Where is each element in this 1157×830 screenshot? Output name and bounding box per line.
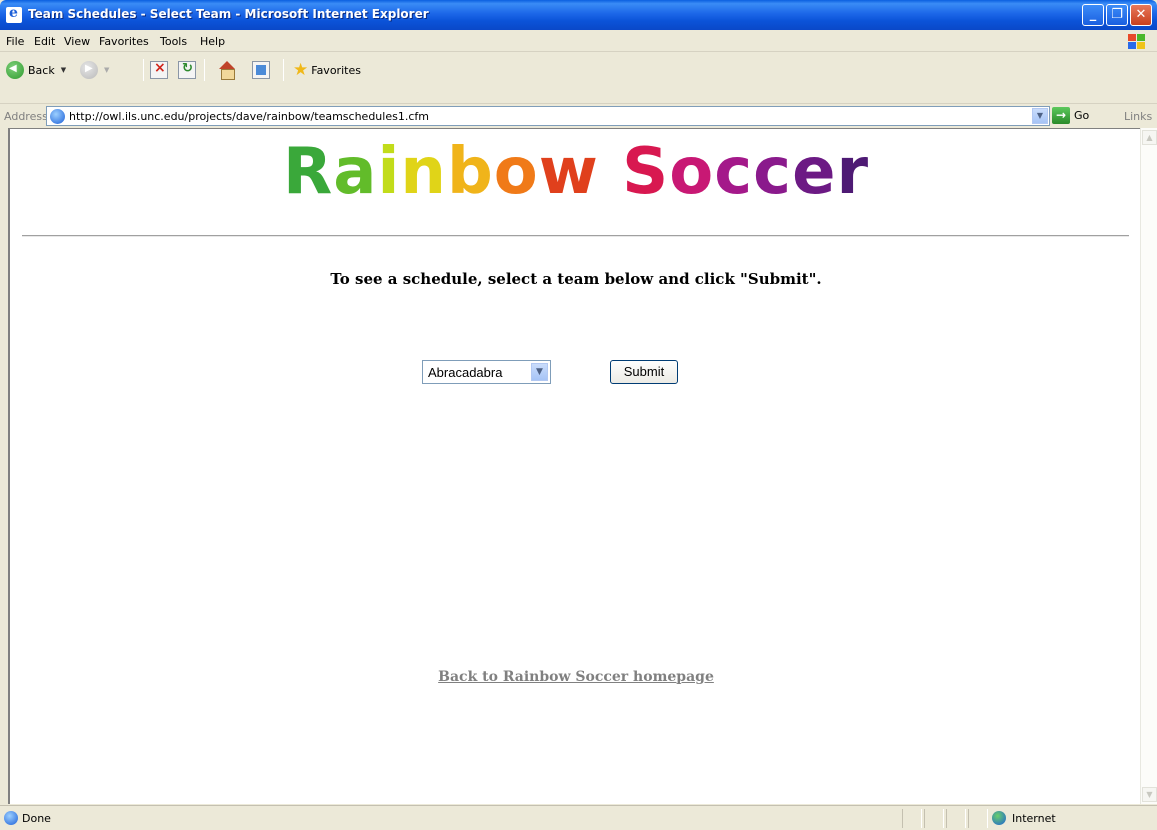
team-select-value: Abracadabra xyxy=(428,365,503,380)
menu-favorites[interactable]: Favorites xyxy=(99,35,149,48)
menu-edit[interactable]: Edit xyxy=(34,35,55,48)
logo-letter xyxy=(599,135,622,209)
stop-icon xyxy=(150,60,168,79)
status-pane xyxy=(968,809,988,828)
forward-arrow-icon xyxy=(80,61,98,79)
go-arrow-icon: → xyxy=(1052,107,1070,124)
back-dropdown-icon[interactable]: ▼ xyxy=(61,66,66,74)
back-button[interactable]: Back ▼ xyxy=(6,59,66,81)
refresh-icon xyxy=(178,61,196,79)
menu-file[interactable]: File xyxy=(6,35,24,48)
refresh-button[interactable] xyxy=(178,59,196,81)
logo-letter: c xyxy=(753,135,793,209)
go-button[interactable]: → Go xyxy=(1052,107,1089,124)
logo-letter: o xyxy=(669,135,715,209)
home-button[interactable] xyxy=(218,59,236,81)
menu-bar: File Edit View Favorites Tools Help xyxy=(0,30,1157,52)
minimize-button[interactable]: _ xyxy=(1082,4,1104,26)
close-button[interactable]: ✕ xyxy=(1130,4,1152,26)
toolbar-separator xyxy=(283,59,284,81)
instruction-text: To see a schedule, select a team below a… xyxy=(330,270,822,288)
toolbar-separator xyxy=(143,59,144,81)
forward-dropdown-icon[interactable]: ▼ xyxy=(104,66,109,74)
chevron-down-icon[interactable]: ▼ xyxy=(531,363,548,381)
logo-letter: b xyxy=(446,135,494,209)
team-select[interactable]: Abracadabra ▼ xyxy=(422,360,551,384)
page-status-icon xyxy=(4,811,18,825)
internet-zone-icon xyxy=(992,811,1006,825)
status-pane xyxy=(924,809,944,828)
browser-window: Team Schedules - Select Team - Microsoft… xyxy=(0,0,1157,830)
logo-letter: c xyxy=(714,135,754,209)
status-bar: Done Internet xyxy=(0,805,1157,830)
page-viewport: Rainbow Soccer To see a schedule, select… xyxy=(8,128,1140,804)
ie-app-icon xyxy=(6,5,22,23)
media-button[interactable] xyxy=(252,59,270,81)
menu-help[interactable]: Help xyxy=(200,35,225,48)
links-toolbar[interactable]: Links xyxy=(1124,110,1152,123)
menu-tools[interactable]: Tools xyxy=(160,35,187,48)
window-title: Team Schedules - Select Team - Microsoft… xyxy=(28,7,429,21)
status-text: Done xyxy=(22,812,51,825)
favorites-label: Favorites xyxy=(311,63,361,77)
stop-button[interactable] xyxy=(150,59,168,81)
rainbow-soccer-logo: Rainbow Soccer xyxy=(10,135,1140,209)
back-to-homepage-link[interactable]: Back to Rainbow Soccer homepage xyxy=(10,669,1140,685)
scroll-up-icon[interactable]: ▲ xyxy=(1142,130,1157,145)
logo-letter: n xyxy=(400,135,447,209)
address-url[interactable]: http://owl.ils.unc.edu/projects/dave/rai… xyxy=(69,110,429,123)
address-bar: Address http://owl.ils.unc.edu/projects/… xyxy=(0,103,1157,127)
scroll-down-icon[interactable]: ▼ xyxy=(1142,787,1157,802)
submit-button[interactable]: Submit xyxy=(610,360,678,384)
page-icon xyxy=(50,109,65,124)
security-zone-label: Internet xyxy=(1012,812,1056,825)
maximize-button[interactable]: ❐ xyxy=(1106,4,1128,26)
logo-letter: S xyxy=(622,135,670,209)
home-icon xyxy=(218,61,236,80)
title-bar: Team Schedules - Select Team - Microsoft… xyxy=(0,0,1157,30)
forward-button[interactable]: ▼ xyxy=(80,59,109,81)
logo-letter: o xyxy=(493,135,539,209)
logo-letter: i xyxy=(377,135,401,209)
logo-letter: R xyxy=(282,135,334,209)
go-label: Go xyxy=(1074,109,1090,122)
address-input[interactable]: http://owl.ils.unc.edu/projects/dave/rai… xyxy=(46,106,1050,126)
favorites-button[interactable]: ★ Favorites xyxy=(293,59,361,81)
favorites-star-icon: ★ xyxy=(293,60,309,80)
logo-letter: w xyxy=(538,135,599,209)
standard-toolbar: Back ▼ ▼ ★ Favorites xyxy=(0,53,1157,103)
status-pane xyxy=(902,809,922,828)
address-dropdown-icon[interactable]: ▼ xyxy=(1032,108,1048,124)
horizontal-rule xyxy=(22,235,1129,237)
media-icon xyxy=(252,61,270,79)
logo-letter: r xyxy=(836,135,870,209)
menu-view[interactable]: View xyxy=(64,35,90,48)
logo-letter: e xyxy=(792,135,837,209)
back-arrow-icon xyxy=(6,61,24,79)
back-label: Back xyxy=(28,63,55,77)
windows-logo-icon xyxy=(1124,32,1150,50)
toolbar-separator xyxy=(204,59,205,81)
address-label: Address xyxy=(4,110,48,123)
logo-letter: a xyxy=(333,135,378,209)
status-pane xyxy=(946,809,966,828)
vertical-scrollbar[interactable]: ▲ ▼ xyxy=(1140,128,1157,804)
